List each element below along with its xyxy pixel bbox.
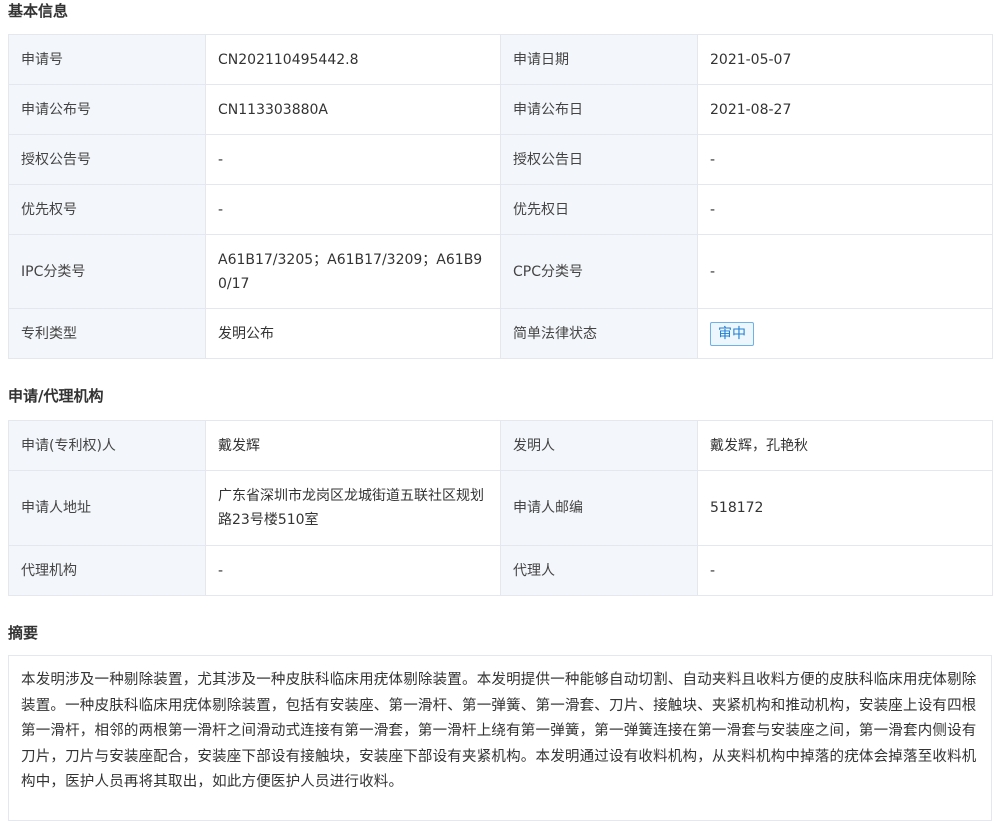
section-title-basic-info: 基本信息 bbox=[8, 2, 69, 20]
basic-info-table: 申请号 CN202110495442.8 申请日期 2021-05-07 申请公… bbox=[8, 34, 993, 359]
field-label: 简单法律状态 bbox=[500, 308, 698, 359]
table-row: 申请公布号 CN113303880A 申请公布日 2021-08-27 bbox=[8, 84, 993, 135]
field-value: - bbox=[205, 134, 501, 185]
field-value: - bbox=[205, 184, 501, 235]
field-value: 2021-08-27 bbox=[697, 84, 993, 135]
table-row: IPC分类号 A61B17/3205；A61B17/3209；A61B90/17… bbox=[8, 234, 993, 309]
table-row: 授权公告号 - 授权公告日 - bbox=[8, 134, 993, 185]
field-label: 专利类型 bbox=[8, 308, 206, 359]
field-label: 授权公告号 bbox=[8, 134, 206, 185]
field-label: 授权公告日 bbox=[500, 134, 698, 185]
field-label: 申请人邮编 bbox=[500, 470, 698, 546]
field-value: 审中 bbox=[697, 308, 993, 359]
field-label: 代理人 bbox=[500, 545, 698, 596]
field-value: CN113303880A bbox=[205, 84, 501, 135]
table-row: 申请人地址 广东省深圳市龙岗区龙城街道五联社区规划路23号楼510室 申请人邮编… bbox=[8, 470, 993, 546]
field-value: - bbox=[697, 134, 993, 185]
field-label: 优先权号 bbox=[8, 184, 206, 235]
field-label: 申请公布日 bbox=[500, 84, 698, 135]
field-value: 518172 bbox=[697, 470, 993, 546]
field-value: 发明公布 bbox=[205, 308, 501, 359]
table-row: 代理机构 - 代理人 - bbox=[8, 545, 993, 596]
field-label: 发明人 bbox=[500, 420, 698, 471]
table-row: 专利类型 发明公布 简单法律状态 审中 bbox=[8, 308, 993, 359]
field-value: 2021-05-07 bbox=[697, 34, 993, 85]
field-label: CPC分类号 bbox=[500, 234, 698, 309]
field-label: 申请号 bbox=[8, 34, 206, 85]
field-label: 申请公布号 bbox=[8, 84, 206, 135]
table-row: 申请号 CN202110495442.8 申请日期 2021-05-07 bbox=[8, 34, 993, 85]
section-title-abstract: 摘要 bbox=[8, 624, 39, 642]
field-value: 广东省深圳市龙岗区龙城街道五联社区规划路23号楼510室 bbox=[205, 470, 501, 546]
table-row: 申请(专利权)人 戴发辉 发明人 戴发辉，孔艳秋 bbox=[8, 420, 993, 471]
legal-status-badge[interactable]: 审中 bbox=[710, 321, 754, 346]
field-label: 申请日期 bbox=[500, 34, 698, 85]
agency-table: 申请(专利权)人 戴发辉 发明人 戴发辉，孔艳秋 申请人地址 广东省深圳市龙岗区… bbox=[8, 420, 993, 596]
field-label: 优先权日 bbox=[500, 184, 698, 235]
field-value: 戴发辉，孔艳秋 bbox=[697, 420, 993, 471]
field-label: 申请(专利权)人 bbox=[8, 420, 206, 471]
table-row: 优先权号 - 优先权日 - bbox=[8, 184, 993, 235]
field-label: IPC分类号 bbox=[8, 234, 206, 309]
field-value: 戴发辉 bbox=[205, 420, 501, 471]
section-title-agency: 申请/代理机构 bbox=[8, 387, 104, 405]
field-value: - bbox=[697, 545, 993, 596]
field-label: 申请人地址 bbox=[8, 470, 206, 546]
field-value: CN202110495442.8 bbox=[205, 34, 501, 85]
field-value: - bbox=[697, 234, 993, 309]
field-label: 代理机构 bbox=[8, 545, 206, 596]
field-value: - bbox=[205, 545, 501, 596]
field-value: A61B17/3205；A61B17/3209；A61B90/17 bbox=[205, 234, 501, 309]
field-value: - bbox=[697, 184, 993, 235]
abstract-text: 本发明涉及一种剔除装置，尤其涉及一种皮肤科临床用疣体剔除装置。本发明提供一种能够… bbox=[8, 655, 992, 821]
